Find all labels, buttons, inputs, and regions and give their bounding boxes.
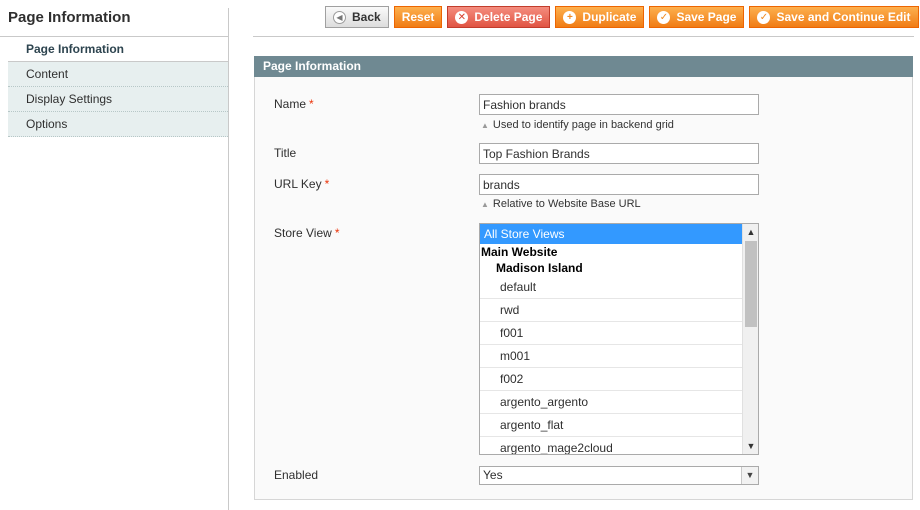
- store-view-option[interactable]: argento_mage2cloud: [480, 437, 742, 454]
- back-arrow-icon: ◀: [333, 10, 346, 24]
- store-view-subgroup: Madison Island: [496, 261, 583, 275]
- store-view-multiselect[interactable]: All Store Views Main Website Madison Isl…: [479, 223, 759, 455]
- name-label-text: Name: [274, 97, 307, 111]
- save-continue-button-label: Save and Continue Edit: [776, 10, 911, 24]
- toolbar: ◀ Back Reset ✕ Delete Page + Duplicate ✓…: [325, 6, 919, 28]
- check-icon: ✓: [757, 10, 771, 24]
- save-button-label: Save Page: [676, 10, 737, 24]
- sidebar-title: Page Information: [8, 9, 131, 26]
- url-key-label: URL Key *: [274, 177, 329, 191]
- name-field[interactable]: [479, 94, 759, 115]
- enabled-select-value: Yes: [483, 468, 503, 482]
- divider: [253, 36, 914, 37]
- delete-x-icon: ✕: [455, 10, 469, 24]
- store-view-option[interactable]: m001: [480, 345, 742, 368]
- note-triangle-icon: ▲: [481, 200, 489, 209]
- save-page-button[interactable]: ✓ Save Page: [649, 6, 745, 28]
- tab-page-information[interactable]: Page Information: [8, 37, 228, 62]
- scrollbar[interactable]: ▲ ▼: [742, 224, 758, 454]
- store-view-option[interactable]: rwd: [480, 299, 742, 322]
- sidebar: Page Information Page Information Conten…: [0, 0, 228, 510]
- tab-options[interactable]: Options: [8, 112, 228, 137]
- url-key-note: ▲ Relative to Website Base URL: [481, 198, 641, 210]
- required-mark: *: [334, 226, 340, 240]
- fieldset-title: Page Information: [254, 56, 913, 77]
- tab-content[interactable]: Content: [8, 62, 228, 87]
- duplicate-button[interactable]: + Duplicate: [555, 6, 645, 28]
- required-mark: *: [309, 97, 314, 111]
- name-label: Name *: [274, 97, 314, 111]
- save-continue-button[interactable]: ✓ Save and Continue Edit: [749, 6, 919, 28]
- check-icon: ✓: [657, 10, 671, 24]
- url-key-field[interactable]: [479, 174, 759, 195]
- url-key-label-text: URL Key: [274, 177, 322, 191]
- delete-page-button[interactable]: ✕ Delete Page: [447, 6, 551, 28]
- duplicate-button-label: Duplicate: [582, 10, 637, 24]
- back-button-label: Back: [352, 10, 381, 24]
- enabled-label: Enabled: [274, 468, 319, 482]
- note-triangle-icon: ▲: [481, 121, 489, 130]
- scrollbar-thumb[interactable]: [745, 241, 757, 327]
- store-view-option[interactable]: f001: [480, 322, 742, 345]
- scroll-up-icon[interactable]: ▲: [743, 224, 758, 240]
- store-view-option[interactable]: f002: [480, 368, 742, 391]
- reset-button[interactable]: Reset: [393, 6, 443, 28]
- chevron-down-icon: ▼: [741, 467, 758, 484]
- store-view-group: Main Website: [481, 245, 558, 259]
- store-view-option[interactable]: argento_flat: [480, 414, 742, 437]
- scroll-down-icon[interactable]: ▼: [743, 438, 758, 454]
- name-note: ▲ Used to identify page in backend grid: [481, 119, 674, 131]
- tab-display-settings[interactable]: Display Settings: [8, 87, 228, 112]
- enabled-select[interactable]: Yes ▼: [479, 466, 759, 485]
- sidebar-tabs: Page Information Content Display Setting…: [8, 37, 228, 137]
- title-field[interactable]: [479, 143, 759, 164]
- store-view-label-text: Store View: [274, 226, 332, 240]
- store-view-option[interactable]: default: [480, 276, 742, 299]
- plus-icon: +: [563, 10, 577, 24]
- store-view-option[interactable]: argento_argento: [480, 391, 742, 414]
- store-view-label: Store View *: [274, 226, 339, 240]
- reset-button-label: Reset: [401, 10, 435, 24]
- required-mark: *: [324, 177, 330, 191]
- store-view-list: All Store Views Main Website Madison Isl…: [480, 224, 742, 454]
- title-label: Title: [274, 146, 297, 160]
- sidebar-divider: [228, 8, 229, 510]
- delete-button-label: Delete Page: [474, 10, 543, 24]
- store-view-option-all[interactable]: All Store Views: [480, 224, 742, 244]
- url-key-note-text: Relative to Website Base URL: [492, 198, 641, 210]
- back-button[interactable]: ◀ Back: [325, 6, 389, 28]
- name-note-text: Used to identify page in backend grid: [492, 119, 674, 131]
